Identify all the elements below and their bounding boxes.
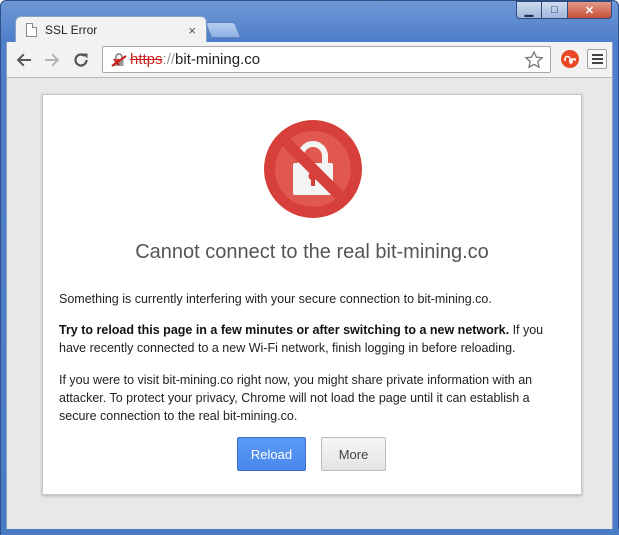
reload-icon[interactable] [70, 49, 92, 71]
tab-ssl-error[interactable]: SSL Error × [15, 16, 207, 43]
tab-close-icon[interactable]: × [188, 23, 196, 38]
url-host: bit-mining.co [175, 51, 261, 68]
error-card: Cannot connect to the real bit-mining.co… [42, 94, 582, 495]
forward-arrow-icon[interactable] [41, 49, 63, 71]
back-arrow-icon[interactable] [13, 49, 35, 71]
address-bar[interactable]: https :// bit-mining.co [102, 46, 551, 73]
document-icon [26, 23, 37, 37]
broken-lock-icon[interactable] [111, 52, 127, 68]
window-bottom-border [1, 529, 619, 535]
hamburger-menu-icon[interactable] [587, 49, 607, 69]
page-viewport: Cannot connect to the real bit-mining.co… [6, 77, 613, 529]
privacy-explanation: If you were to visit bit-mining.co right… [59, 373, 533, 423]
window-controls: ▁ □ ✕ [516, 1, 612, 21]
tab-title: SSL Error [45, 23, 98, 37]
browser-toolbar: https :// bit-mining.co [6, 42, 613, 77]
minimize-button[interactable]: ▁ [516, 1, 542, 19]
new-tab-button[interactable] [204, 22, 242, 38]
star-icon[interactable] [524, 50, 544, 70]
browser-window: ▁ □ ✕ SSL Error × https:// bit-mining.c… [0, 0, 619, 535]
reload-advice-bold: Try to reload this page in a few minutes… [59, 323, 510, 337]
more-button[interactable]: More [321, 437, 386, 471]
url-separator: :// [162, 51, 176, 68]
menu-line [591, 54, 603, 56]
maximize-button[interactable]: □ [542, 1, 568, 19]
reload-button[interactable]: Reload [237, 437, 306, 471]
url-protocol: https [130, 51, 163, 68]
close-window-button[interactable]: ✕ [568, 1, 612, 19]
prohibited-lock-icon [262, 118, 364, 220]
menu-line [591, 62, 603, 64]
reload-advice: Try to reload this page in a few minutes… [59, 321, 569, 357]
menu-line [591, 58, 603, 60]
stumbleupon-icon[interactable] [561, 50, 579, 68]
error-summary: Something is currently interfering with … [59, 292, 492, 306]
page-title: Cannot connect to the real bit-mining.co [135, 241, 489, 263]
